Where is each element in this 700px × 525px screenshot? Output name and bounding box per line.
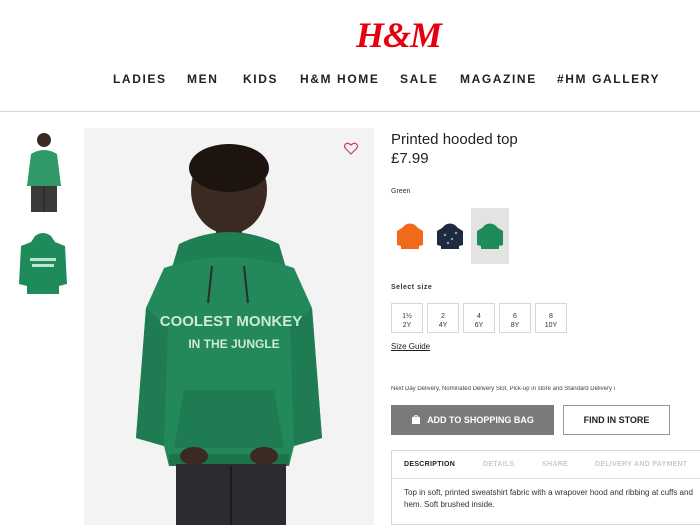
size-top: 1½ <box>402 312 412 320</box>
size-bottom: 4Y <box>438 321 448 329</box>
size-bottom: 8Y <box>510 321 520 329</box>
hoodie-print-line2: IN THE JUNGLE <box>188 337 279 351</box>
wishlist-heart-icon[interactable] <box>343 142 362 160</box>
delivery-info: Next Day Delivery, Nominated Delivery Sl… <box>391 386 615 392</box>
size-top: 2 <box>441 312 445 320</box>
size-top: 8 <box>549 312 553 320</box>
site-header: H&M LADIES MEN KIDS H&M HOME SALE MAGAZI… <box>0 0 700 112</box>
hoodie-print-line1: COOLEST MONKEY <box>160 313 303 330</box>
nav-kids[interactable]: KIDS <box>243 72 278 86</box>
size-bottom: 10Y <box>544 321 558 329</box>
nav-sale[interactable]: SALE <box>400 72 438 86</box>
tab-share[interactable]: SHARE <box>542 461 568 468</box>
size-bottom: 6Y <box>474 321 484 329</box>
thumbnail-hoodie[interactable] <box>17 228 69 318</box>
swatch-green-selected[interactable] <box>471 208 509 264</box>
size-button-1-2y[interactable]: 1½ 2Y <box>391 303 423 333</box>
size-top: 4 <box>477 312 481 320</box>
product-description: Top in soft, printed sweatshirt fabric w… <box>404 488 693 509</box>
nav-ladies[interactable]: LADIES <box>113 72 167 86</box>
size-bottom: 2Y <box>402 321 412 329</box>
nav-men[interactable]: MEN <box>187 72 218 86</box>
nav-magazine[interactable]: MAGAZINE <box>460 72 537 86</box>
add-to-bag-button[interactable]: ADD TO SHOPPING BAG <box>391 405 554 435</box>
nav-hm-gallery[interactable]: #HM GALLERY <box>557 72 660 86</box>
hm-logo[interactable]: H&M <box>356 14 442 56</box>
tab-divider <box>392 478 700 479</box>
product-title: Printed hooded top <box>391 131 518 148</box>
size-button-4-6y[interactable]: 4 6Y <box>463 303 495 333</box>
product-price: £7.99 <box>391 150 429 167</box>
swatch-orange[interactable] <box>391 208 429 264</box>
product-info-tabs: DESCRIPTION DETAILS SHARE DELIVERY AND P… <box>391 450 700 525</box>
select-size-label: Select size <box>391 284 433 291</box>
tab-details[interactable]: DETAILS <box>483 461 515 468</box>
size-top: 6 <box>513 312 517 320</box>
swatch-navy[interactable] <box>431 208 469 264</box>
find-in-store-button[interactable]: FIND IN STORE <box>563 405 670 435</box>
thumbnail-model[interactable] <box>17 128 69 218</box>
tab-delivery-and-payment[interactable]: DELIVERY AND PAYMENT <box>595 461 687 468</box>
size-button-6-8y[interactable]: 6 8Y <box>499 303 531 333</box>
add-to-bag-label: ADD TO SHOPPING BAG <box>427 415 534 425</box>
shopping-bag-icon <box>411 414 421 426</box>
size-button-8-10y[interactable]: 8 10Y <box>535 303 567 333</box>
nav-hm-home[interactable]: H&M HOME <box>300 72 379 86</box>
selected-color-label: Green <box>391 188 411 195</box>
product-main-image[interactable]: COOLEST MONKEY IN THE JUNGLE <box>84 128 374 525</box>
size-guide-link[interactable]: Size Guide <box>391 342 430 351</box>
tab-description[interactable]: DESCRIPTION <box>404 461 455 468</box>
size-button-2-4y[interactable]: 2 4Y <box>427 303 459 333</box>
